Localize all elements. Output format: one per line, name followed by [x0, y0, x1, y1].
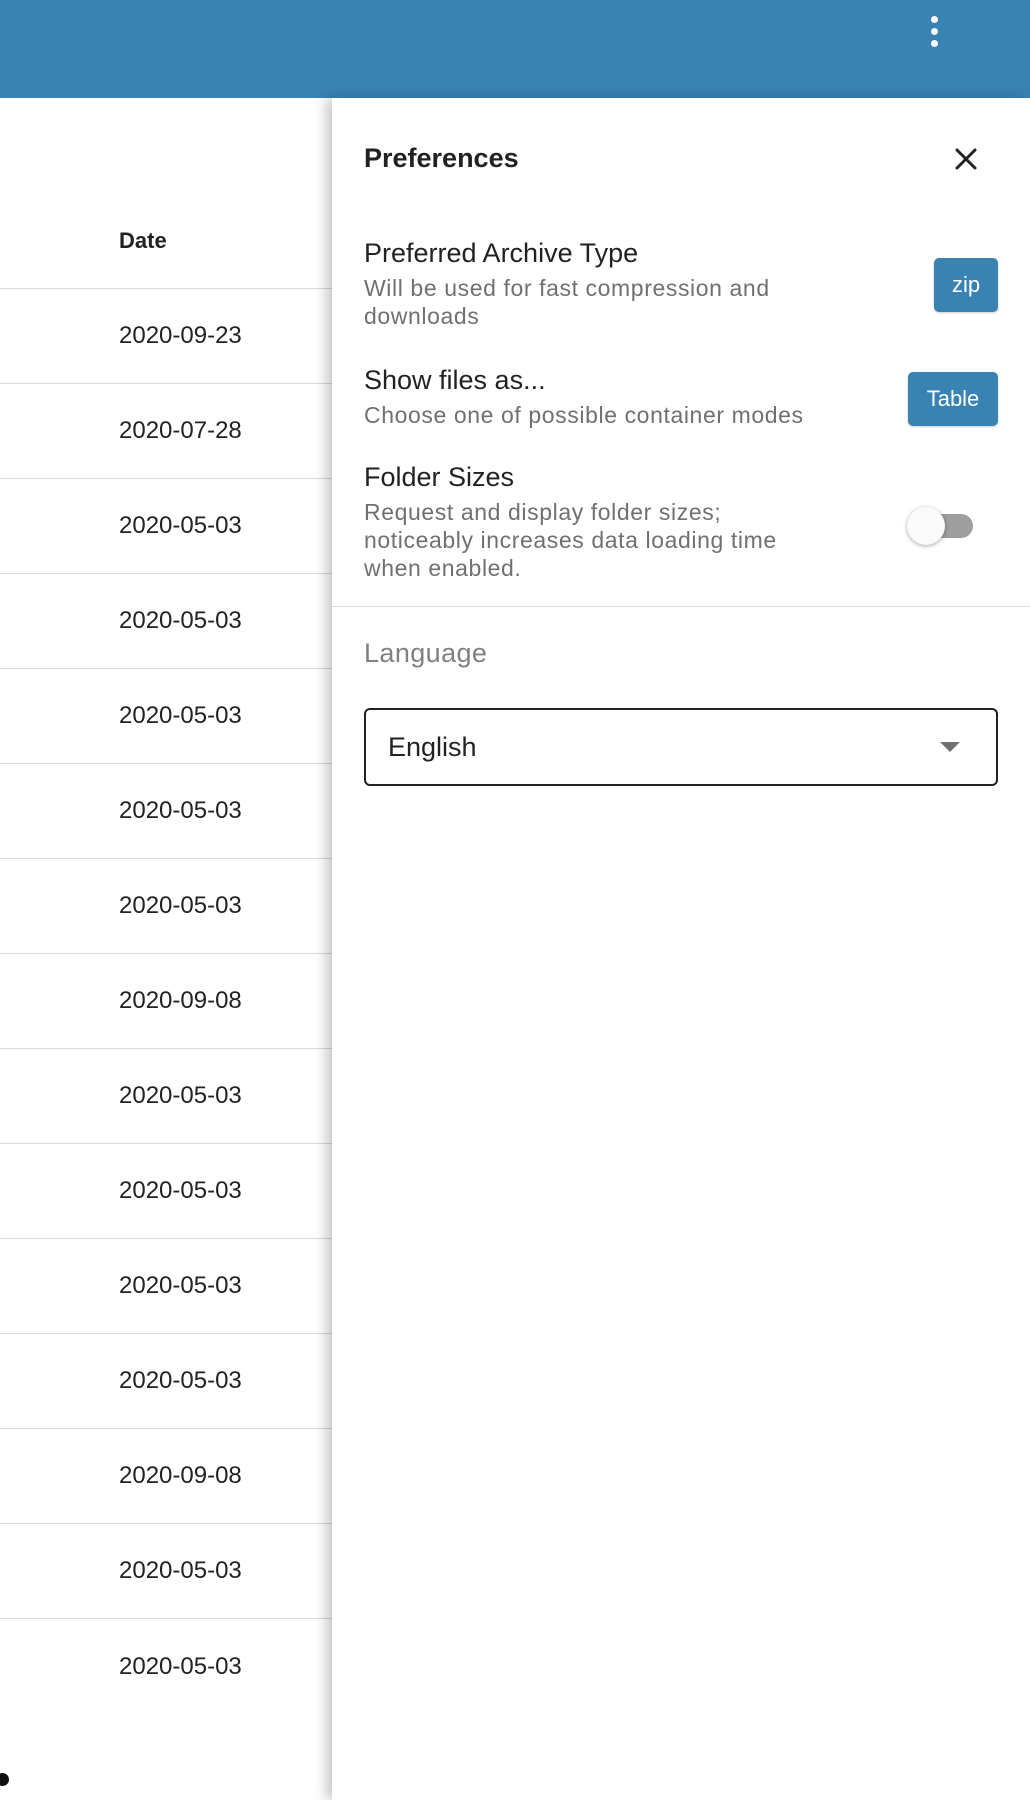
- table-row[interactable]: 2020-05-03: [0, 1334, 332, 1429]
- close-icon: [955, 148, 977, 170]
- row-date: 2020-05-03: [119, 512, 242, 539]
- row-date: 2020-09-08: [119, 1462, 242, 1489]
- row-date: 2020-05-03: [119, 1177, 242, 1204]
- table-row[interactable]: 2020-07-28: [0, 384, 332, 479]
- row-date: 2020-05-03: [119, 1272, 242, 1299]
- caret-down-icon: [940, 742, 960, 752]
- show-files-setting: Show files as... Choose one of possible …: [364, 363, 884, 429]
- table-row[interactable]: 2020-05-03: [0, 1144, 332, 1239]
- folder-sizes-title: Folder Sizes: [364, 462, 515, 492]
- table-row[interactable]: 2020-09-23: [0, 289, 332, 384]
- table-body: 2020-09-23 2020-07-28 2020-05-03 2020-05-03…: [0, 289, 332, 1714]
- table-row[interactable]: 2020-05-03: [0, 764, 332, 859]
- table-row[interactable]: 2020-05-03: [0, 859, 332, 954]
- table-row[interactable]: 2020-05-03: [0, 1619, 332, 1714]
- archive-type-button[interactable]: zip: [934, 258, 998, 312]
- row-date: 2020-05-03: [119, 892, 242, 919]
- table-row[interactable]: 2020-09-08: [0, 954, 332, 1049]
- archive-type-setting: Preferred Archive Type Will be used for …: [364, 236, 884, 330]
- more-options-button[interactable]: [913, 8, 955, 54]
- row-date: 2020-09-08: [119, 987, 242, 1014]
- table-row[interactable]: 2020-05-03: [0, 669, 332, 764]
- preferences-drawer: Preferences Preferred Archive Type Will …: [332, 98, 1030, 1800]
- table-row[interactable]: 2020-05-03: [0, 479, 332, 574]
- archive-type-description: Will be used for fast compression and do…: [364, 275, 770, 329]
- folder-sizes-description: Request and display folder sizes; notice…: [364, 499, 777, 581]
- table-row[interactable]: 2020-09-08: [0, 1429, 332, 1524]
- folder-sizes-toggle[interactable]: [907, 505, 977, 545]
- row-date: 2020-05-03: [119, 1557, 242, 1584]
- table-row[interactable]: 2020-05-03: [0, 1049, 332, 1144]
- more-vertical-icon: [930, 27, 938, 35]
- table-row[interactable]: 2020-05-03: [0, 574, 332, 669]
- show-files-title: Show files as...: [364, 365, 546, 395]
- archive-type-title: Preferred Archive Type: [364, 238, 639, 268]
- row-date: 2020-05-03: [119, 1367, 242, 1394]
- language-select[interactable]: English: [364, 708, 998, 786]
- row-date: 2020-05-03: [119, 607, 242, 634]
- section-divider: [332, 606, 1030, 607]
- language-label: Language: [364, 638, 488, 668]
- row-date: 2020-07-28: [119, 417, 242, 444]
- table-row[interactable]: 2020-05-03: [0, 1239, 332, 1334]
- drawer-title: Preferences: [364, 143, 519, 173]
- app-header: [0, 0, 1030, 98]
- show-files-button[interactable]: Table: [908, 372, 998, 426]
- more-vertical-icon: [930, 39, 938, 47]
- more-vertical-icon: [930, 15, 938, 23]
- column-header-date[interactable]: Date: [119, 228, 167, 254]
- row-date: 2020-05-03: [119, 797, 242, 824]
- row-date: 2020-05-03: [119, 702, 242, 729]
- folder-sizes-setting: Folder Sizes Request and display folder …: [364, 460, 834, 582]
- show-files-description: Choose one of possible container modes: [364, 402, 804, 428]
- table-row[interactable]: 2020-05-03: [0, 1524, 332, 1619]
- language-selected-value: English: [388, 731, 477, 762]
- row-date: 2020-05-03: [119, 1082, 242, 1109]
- row-date: 2020-09-23: [119, 322, 242, 349]
- close-button[interactable]: [949, 142, 983, 176]
- row-date: 2020-05-03: [119, 1652, 242, 1680]
- toggle-thumb: [907, 507, 945, 545]
